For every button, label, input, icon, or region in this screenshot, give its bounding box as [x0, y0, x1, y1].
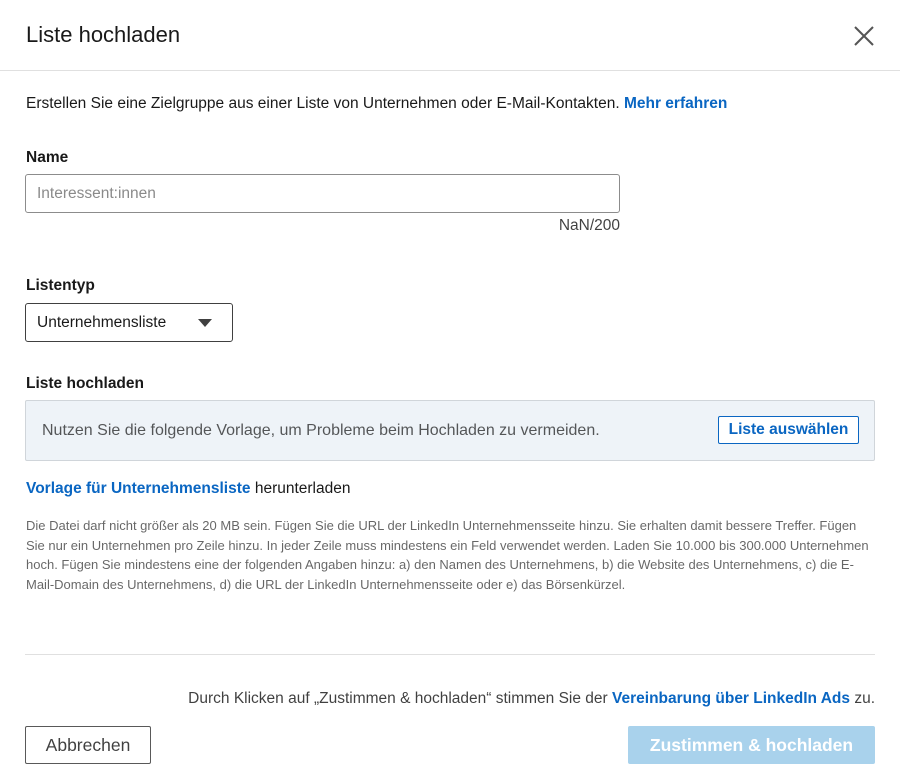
- agree-upload-button[interactable]: Zustimmen & hochladen: [628, 726, 875, 764]
- name-label: Name: [26, 149, 69, 166]
- upload-label: Liste hochladen: [26, 375, 144, 392]
- list-type-dropdown[interactable]: Unternehmensliste: [25, 303, 233, 342]
- close-icon[interactable]: [850, 22, 878, 50]
- intro-text: Erstellen Sie eine Zielgruppe aus einer …: [26, 95, 727, 113]
- close-icon-graphic: [854, 26, 874, 46]
- template-download-suffix: herunterladen: [250, 480, 351, 497]
- character-counter: NaN/200: [558, 217, 620, 234]
- ads-agreement-link[interactable]: Vereinbarung über LinkedIn Ads: [612, 690, 850, 707]
- dialog-title: Liste hochladen: [26, 22, 181, 47]
- cancel-button[interactable]: Abbrechen: [25, 726, 151, 764]
- help-text: Die Datei darf nicht größer als 20 MB se…: [26, 518, 869, 592]
- learn-more-link[interactable]: Mehr erfahren: [624, 95, 727, 112]
- agreement-prefix: Durch Klicken auf „Zustimmen & hochladen…: [188, 690, 613, 707]
- footer-divider: [25, 654, 875, 655]
- agreement-text: Durch Klicken auf „Zustimmen & hochladen…: [188, 690, 875, 708]
- list-type-selected: Unternehmensliste: [37, 314, 167, 331]
- name-input[interactable]: [25, 174, 620, 213]
- template-download-link[interactable]: Vorlage für Unternehmensliste: [26, 480, 251, 497]
- choose-list-button[interactable]: Liste auswählen: [718, 416, 859, 444]
- list-type-label: Listentyp: [26, 277, 95, 294]
- upload-hint: Nutzen Sie die folgende Vorlage, um Prob…: [42, 422, 600, 439]
- caret-down-icon: [198, 319, 212, 327]
- intro-description: Erstellen Sie eine Zielgruppe aus einer …: [26, 95, 624, 112]
- agreement-suffix: zu.: [850, 690, 875, 707]
- dialog-header: Liste hochladen: [0, 0, 900, 71]
- upload-box: Nutzen Sie die folgende Vorlage, um Prob…: [25, 400, 875, 461]
- template-download-line: Vorlage für Unternehmensliste herunterla…: [26, 480, 350, 498]
